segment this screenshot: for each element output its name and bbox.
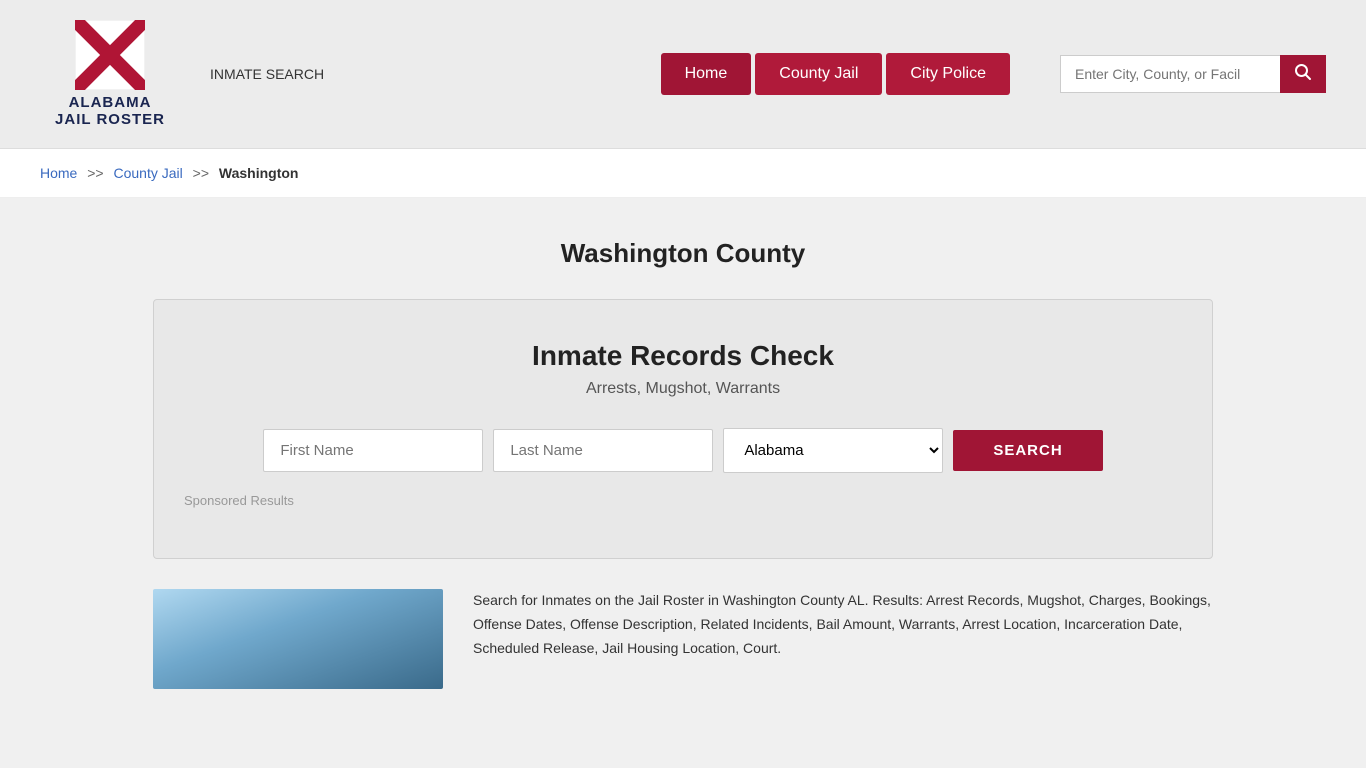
bottom-section: Search for Inmates on the Jail Roster in… — [153, 589, 1213, 689]
header: ALABAMA JAIL ROSTER INMATE SEARCH Home C… — [0, 0, 1366, 149]
breadcrumb-home-link[interactable]: Home — [40, 165, 77, 181]
bottom-image — [153, 589, 443, 689]
nav-city-police-button[interactable]: City Police — [886, 53, 1010, 95]
first-name-input[interactable] — [263, 429, 483, 472]
records-title: Inmate Records Check — [184, 340, 1182, 372]
bottom-description: Search for Inmates on the Jail Roster in… — [473, 589, 1213, 689]
header-search-input[interactable] — [1060, 55, 1280, 93]
alabama-flag-icon — [75, 20, 145, 90]
header-search-bar — [1060, 55, 1326, 93]
records-form: Alabama Alaska Arizona Arkansas Californ… — [184, 428, 1182, 473]
page-title: Washington County — [153, 238, 1213, 269]
breadcrumb-current: Washington — [219, 165, 299, 181]
header-search-button[interactable] — [1280, 55, 1326, 93]
sponsored-label: Sponsored Results — [184, 493, 1182, 508]
breadcrumb: Home >> County Jail >> Washington — [0, 149, 1366, 198]
last-name-input[interactable] — [493, 429, 713, 472]
state-select[interactable]: Alabama Alaska Arizona Arkansas Californ… — [723, 428, 943, 473]
breadcrumb-sep2: >> — [193, 165, 209, 181]
bottom-image-inner — [153, 589, 443, 689]
breadcrumb-sep1: >> — [87, 165, 103, 181]
search-icon — [1294, 63, 1312, 81]
logo-text-jail: JAIL ROSTER — [55, 111, 165, 128]
main-content: Washington County Inmate Records Check A… — [133, 198, 1233, 709]
records-check-box: Inmate Records Check Arrests, Mugshot, W… — [153, 299, 1213, 559]
logo-text-alabama: ALABAMA — [69, 94, 152, 111]
breadcrumb-county-jail-link[interactable]: County Jail — [114, 165, 183, 181]
nav-county-jail-button[interactable]: County Jail — [755, 53, 882, 95]
nav-home-button[interactable]: Home — [661, 53, 752, 95]
logo-area: ALABAMA JAIL ROSTER — [40, 20, 180, 128]
records-search-button[interactable]: SEARCH — [953, 430, 1102, 471]
inmate-search-link[interactable]: INMATE SEARCH — [210, 66, 324, 82]
nav-buttons: Home County Jail City Police — [661, 53, 1010, 95]
records-subtitle: Arrests, Mugshot, Warrants — [184, 380, 1182, 398]
